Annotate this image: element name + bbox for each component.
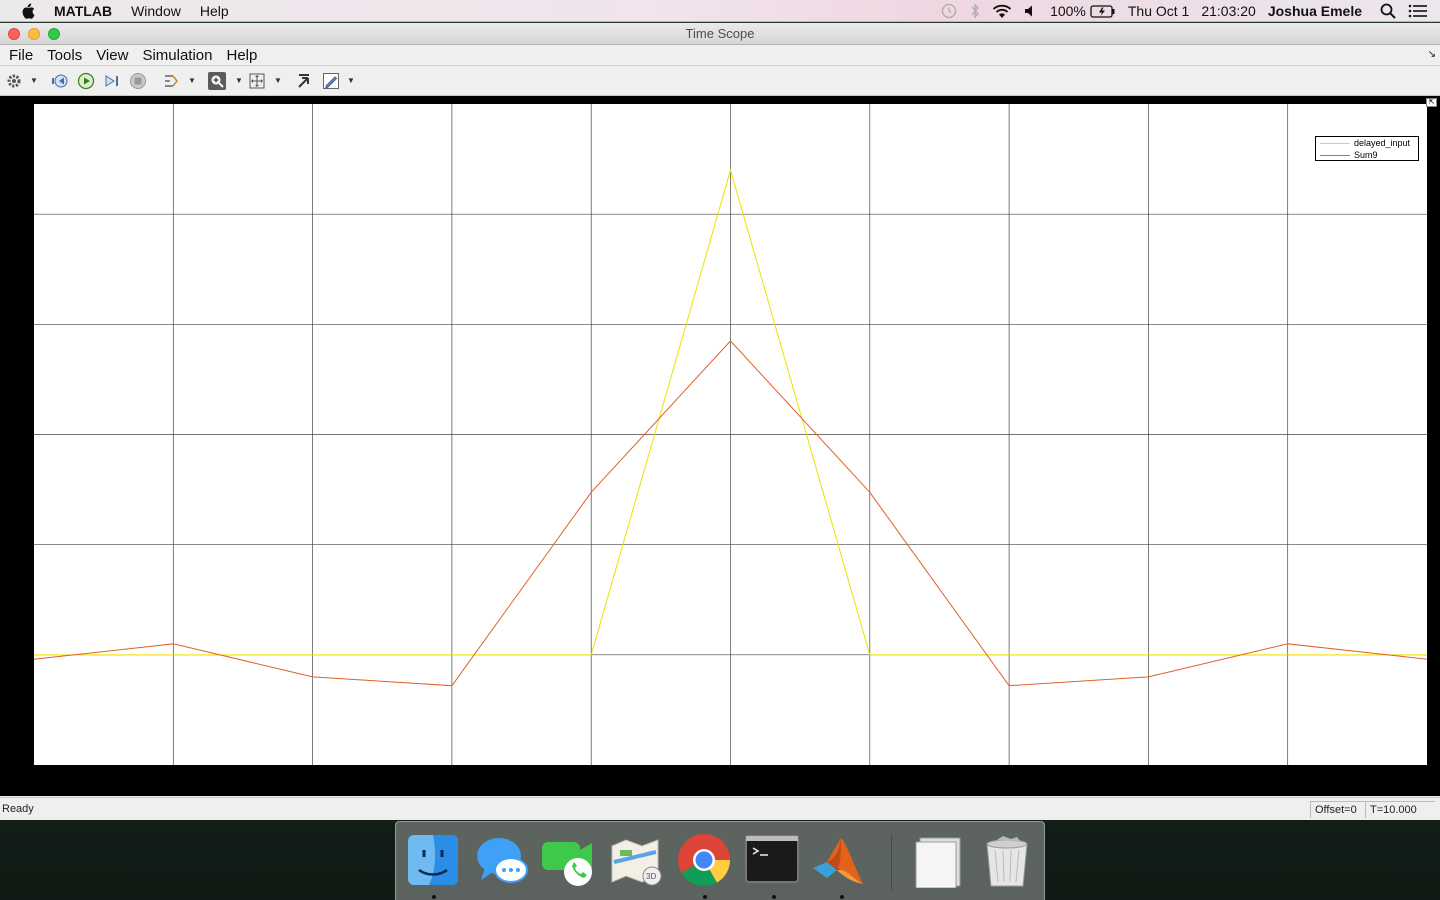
matlab-icon[interactable] — [811, 832, 869, 890]
step-forward-icon[interactable] — [103, 72, 121, 90]
clock-time[interactable]: 21:03:20 — [1201, 3, 1256, 19]
close-button[interactable] — [8, 28, 20, 40]
status-bar: Ready Offset=0 T=10.000 — [0, 797, 1440, 820]
legend-label-sum9: Sum9 — [1354, 150, 1378, 160]
user-name[interactable]: Joshua Emele — [1268, 3, 1362, 19]
stop-icon[interactable] — [129, 72, 147, 90]
settings-dropdown-icon[interactable]: ▼ — [30, 76, 38, 85]
documents-stack-icon[interactable] — [910, 832, 968, 890]
trash-icon[interactable] — [979, 832, 1037, 890]
signal-select-icon[interactable] — [163, 72, 181, 90]
window-title: Time Scope — [685, 26, 755, 41]
window-menu-bar: File Tools View Simulation Help ↘ — [0, 45, 1440, 66]
volume-icon[interactable] — [1024, 4, 1038, 18]
legend[interactable]: delayed_input Sum9 — [1315, 136, 1419, 161]
window-titlebar[interactable]: Time Scope — [0, 23, 1440, 45]
legend-item-sum9: Sum9 — [1320, 149, 1378, 161]
svg-text:3D: 3D — [646, 872, 656, 881]
menu-file[interactable]: File — [9, 47, 33, 64]
status-time: T=10.000 — [1365, 801, 1435, 818]
spotlight-icon[interactable] — [1380, 3, 1396, 19]
terminal-icon[interactable] — [744, 832, 802, 890]
chrome-icon[interactable] — [676, 832, 734, 890]
menu-help[interactable]: Help — [200, 3, 229, 19]
messages-icon[interactable] — [473, 832, 531, 890]
dock-separator — [891, 834, 892, 890]
wifi-icon[interactable] — [992, 4, 1012, 19]
facetime-icon[interactable] — [540, 832, 598, 890]
bluetooth-icon[interactable] — [970, 3, 980, 19]
menu-view[interactable]: View — [96, 47, 128, 64]
zoom-in-icon[interactable] — [208, 72, 226, 90]
zoom-button[interactable] — [48, 28, 60, 40]
minimize-button[interactable] — [28, 28, 40, 40]
notification-center-icon[interactable] — [1408, 4, 1428, 18]
settings-icon[interactable] — [5, 72, 23, 90]
scope-toolbar: ▼ ▼ ▼ ▼ ▼ — [0, 66, 1440, 96]
clock-date[interactable]: Thu Oct 1 — [1128, 3, 1189, 19]
maps-icon[interactable]: 3D — [608, 832, 666, 890]
apple-icon[interactable] — [20, 3, 36, 19]
time-machine-icon[interactable] — [940, 3, 958, 19]
step-back-icon[interactable] — [51, 72, 69, 90]
signal-select-dropdown-icon[interactable]: ▼ — [188, 76, 196, 85]
status-text: Ready — [2, 803, 34, 815]
legend-item-delayed-input: delayed_input — [1320, 137, 1410, 149]
menu-help-window[interactable]: Help — [227, 47, 258, 64]
cursor-measure-icon[interactable] — [322, 72, 340, 90]
chrome-running-dot — [703, 895, 707, 899]
undock-icon[interactable]: ⇱ — [1426, 98, 1437, 107]
zoom-fit-icon[interactable] — [248, 72, 266, 90]
battery-icon[interactable] — [1090, 4, 1116, 18]
menu-app-matlab[interactable]: MATLAB — [54, 3, 112, 19]
macos-menu-bar: MATLAB Window Help 100% Thu Oct 1 21:03:… — [0, 0, 1440, 22]
autoscale-icon[interactable] — [295, 72, 313, 90]
menu-tools[interactable]: Tools — [47, 47, 82, 64]
menu-simulation[interactable]: Simulation — [142, 47, 212, 64]
battery-percent[interactable]: 100% — [1050, 3, 1086, 19]
matlab-running-dot — [840, 895, 844, 899]
finder-icon[interactable] — [405, 832, 463, 890]
run-icon[interactable] — [77, 72, 95, 90]
finder-running-dot — [432, 895, 436, 899]
time-scope-window: Time Scope File Tools View Simulation He… — [0, 23, 1440, 820]
zoom-dropdown-icon[interactable]: ▼ — [235, 76, 243, 85]
menu-window[interactable]: Window — [131, 3, 181, 19]
legend-line-sum9 — [1320, 154, 1350, 156]
terminal-running-dot — [772, 895, 776, 899]
scope-display: ⇱ delayed_input Sum9 — [0, 96, 1440, 796]
scope-plot[interactable] — [0, 96, 1440, 796]
legend-label-delayed-input: delayed_input — [1354, 138, 1411, 148]
zoom-fit-dropdown-icon[interactable]: ▼ — [274, 76, 282, 85]
measure-dropdown-icon[interactable]: ▼ — [347, 76, 355, 85]
dock: 3D — [395, 821, 1045, 900]
legend-line-delayed-input — [1320, 142, 1350, 144]
status-offset: Offset=0 — [1310, 801, 1365, 818]
menu-corner-arrow-icon[interactable]: ↘ — [1428, 49, 1436, 60]
